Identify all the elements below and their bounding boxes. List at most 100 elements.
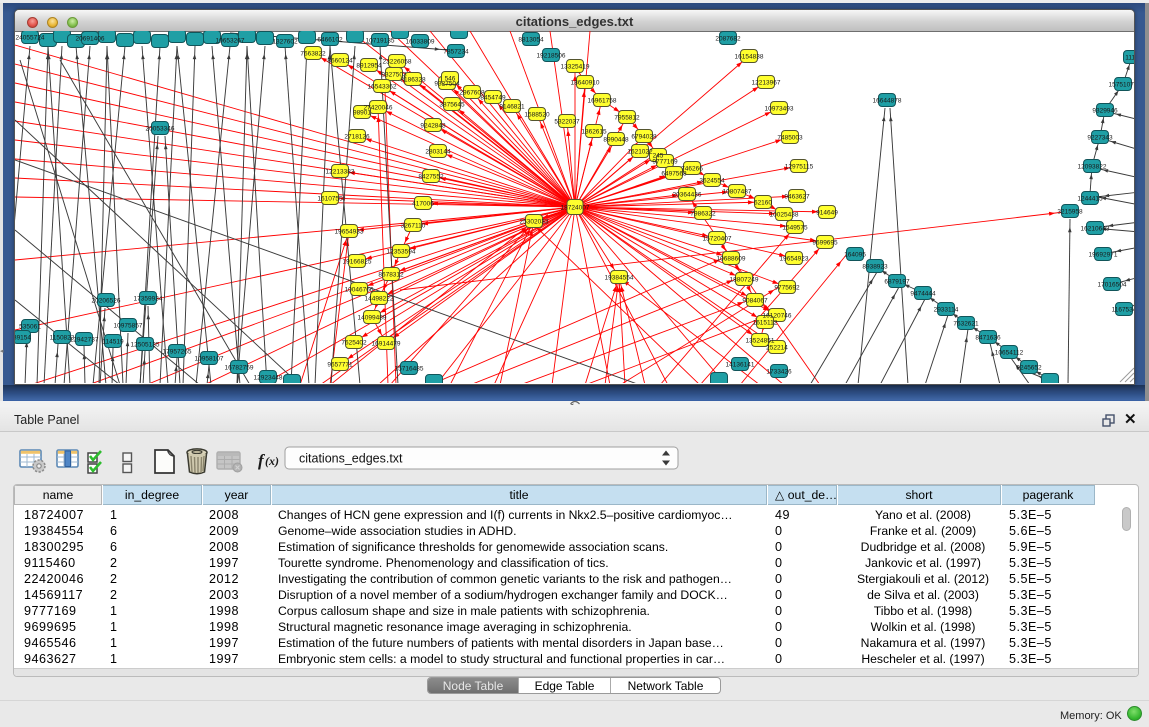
svg-text:9245652: 9245652 [1016,365,1042,372]
svg-text:535061: 535061 [19,324,41,331]
svg-text:20691406: 20691406 [76,36,105,43]
svg-text:19692971: 19692971 [1089,252,1118,259]
svg-text:8186328: 8186328 [400,77,426,84]
svg-text:8990448: 8990448 [603,137,629,144]
svg-text:3215958: 3215958 [1057,209,1083,216]
svg-text:17016504: 17016504 [1098,282,1127,289]
svg-text:9657771: 9657771 [327,362,353,369]
svg-text:19654933: 19654933 [335,229,364,236]
svg-text:6879197: 6879197 [884,279,910,286]
svg-text:19654923: 19654923 [780,256,809,263]
svg-text:1362615: 1362615 [581,129,607,136]
svg-text:24055724: 24055724 [16,35,45,42]
svg-text:7857234: 7857234 [443,49,469,56]
svg-text:6794028: 6794028 [631,134,657,141]
svg-text:9699695: 9699695 [812,240,838,247]
svg-text:1244415: 1244415 [1077,196,1103,203]
svg-text:1327602: 1327602 [272,39,298,46]
svg-text:23226058: 23226058 [383,59,412,66]
svg-text:20364436: 20364436 [673,192,702,199]
svg-text:9775692: 9775692 [774,285,800,292]
svg-text:citations_edges.txt: citations_edges.txt [299,452,403,466]
svg-text:16154838: 16154838 [735,54,764,61]
svg-text:10807487: 10807487 [723,189,752,196]
svg-text:9474444: 9474444 [910,291,936,298]
svg-text:7955812: 7955812 [614,115,640,122]
svg-text:1549575: 1549575 [782,225,808,232]
svg-text:15720407: 15720407 [703,236,732,243]
svg-text:10973493: 10973493 [765,106,794,113]
svg-text:1615112: 1615112 [753,320,778,327]
svg-text:8660124: 8660124 [327,58,353,65]
svg-text:164095: 164095 [844,252,866,259]
svg-text:19384554: 19384554 [605,275,634,282]
svg-text:14136141: 14136141 [726,362,755,369]
svg-text:17957265: 17957265 [163,349,192,356]
svg-text:9329946: 9329946 [1092,108,1118,115]
svg-text:12093822: 12093822 [1078,164,1107,171]
svg-text:9084067: 9084067 [742,298,768,305]
svg-text:13524851: 13524851 [746,338,775,345]
svg-text:16961758: 16961758 [588,98,617,105]
svg-text:16644878: 16644878 [873,98,902,105]
svg-text:8471636: 8471636 [975,335,1001,342]
svg-text:8938923: 8938923 [862,264,888,271]
svg-text:17359934: 17359934 [134,296,163,303]
svg-text:15751074: 15751074 [1109,82,1134,89]
svg-text:19218506: 19218506 [537,53,566,60]
svg-text:10046766: 10046766 [345,287,374,294]
svg-text:417006: 417006 [412,201,434,208]
svg-text:10975857: 10975857 [114,323,143,330]
svg-text:5322037: 5322037 [554,119,580,126]
svg-text:7632621: 7632621 [953,321,979,328]
svg-text:1112: 1112 [1125,55,1134,62]
svg-text:9777169: 9777169 [652,159,678,166]
svg-text:10688609: 10688609 [717,256,746,263]
svg-text:9227343: 9227343 [1087,135,1113,142]
svg-text:3875645: 3875645 [439,102,465,109]
svg-text:12505135: 12505135 [131,342,160,349]
svg-text:18807249: 18807249 [730,277,759,284]
svg-text:1588520: 1588520 [524,112,550,119]
svg-text:16210643: 16210643 [1081,226,1110,233]
svg-text:19166825: 19166825 [343,259,372,266]
svg-text:62160: 62160 [754,200,772,207]
svg-text:2933114: 2933114 [934,307,959,314]
svg-text:15716485: 15716485 [395,366,424,373]
svg-text:252214: 252214 [766,345,788,352]
svg-text:114519: 114519 [102,339,124,346]
svg-text:7625402: 7625402 [341,340,367,347]
svg-text:8678312: 8678312 [378,272,404,279]
svg-text:10653267: 10653267 [216,38,245,45]
svg-text:1167534: 1167534 [1112,307,1134,314]
svg-text:(x): (x) [265,454,279,468]
svg-text:20053346: 20053346 [146,126,175,133]
svg-text:1610755: 1610755 [317,196,343,203]
svg-text:8912954: 8912954 [356,63,382,70]
svg-text:10719135: 10719135 [366,38,395,45]
svg-text:12975115: 12975115 [785,164,814,171]
svg-text:20206526: 20206526 [92,298,121,305]
svg-text:12923448: 12923448 [254,375,283,382]
svg-text:12213967: 12213967 [752,80,781,87]
svg-text:14099489: 14099489 [358,315,387,322]
svg-text:8813054: 8813054 [518,37,544,44]
svg-text:9146821: 9146821 [499,104,525,111]
svg-text:2087682: 2087682 [715,36,741,43]
svg-text:13325419: 13325419 [561,64,590,71]
svg-text:39154: 39154 [15,335,31,342]
svg-text:16033809: 16033809 [406,39,435,46]
svg-text:12353594: 12353594 [387,249,416,256]
svg-text:9463627: 9463627 [784,194,810,201]
svg-text:2803144: 2803144 [425,149,451,156]
svg-text:914649: 914649 [816,210,838,217]
svg-text:9242848: 9242848 [420,123,446,130]
svg-text:2718126: 2718126 [344,134,370,141]
svg-text:16782759: 16782759 [225,365,254,372]
svg-text:8427552: 8427552 [418,174,444,181]
svg-text:746266: 746266 [681,166,703,173]
svg-text:3267110: 3267110 [401,223,426,230]
svg-text:8454749: 8454749 [480,95,506,102]
svg-text:16543362: 16543362 [368,84,397,91]
svg-text:10958107: 10958107 [195,356,224,363]
